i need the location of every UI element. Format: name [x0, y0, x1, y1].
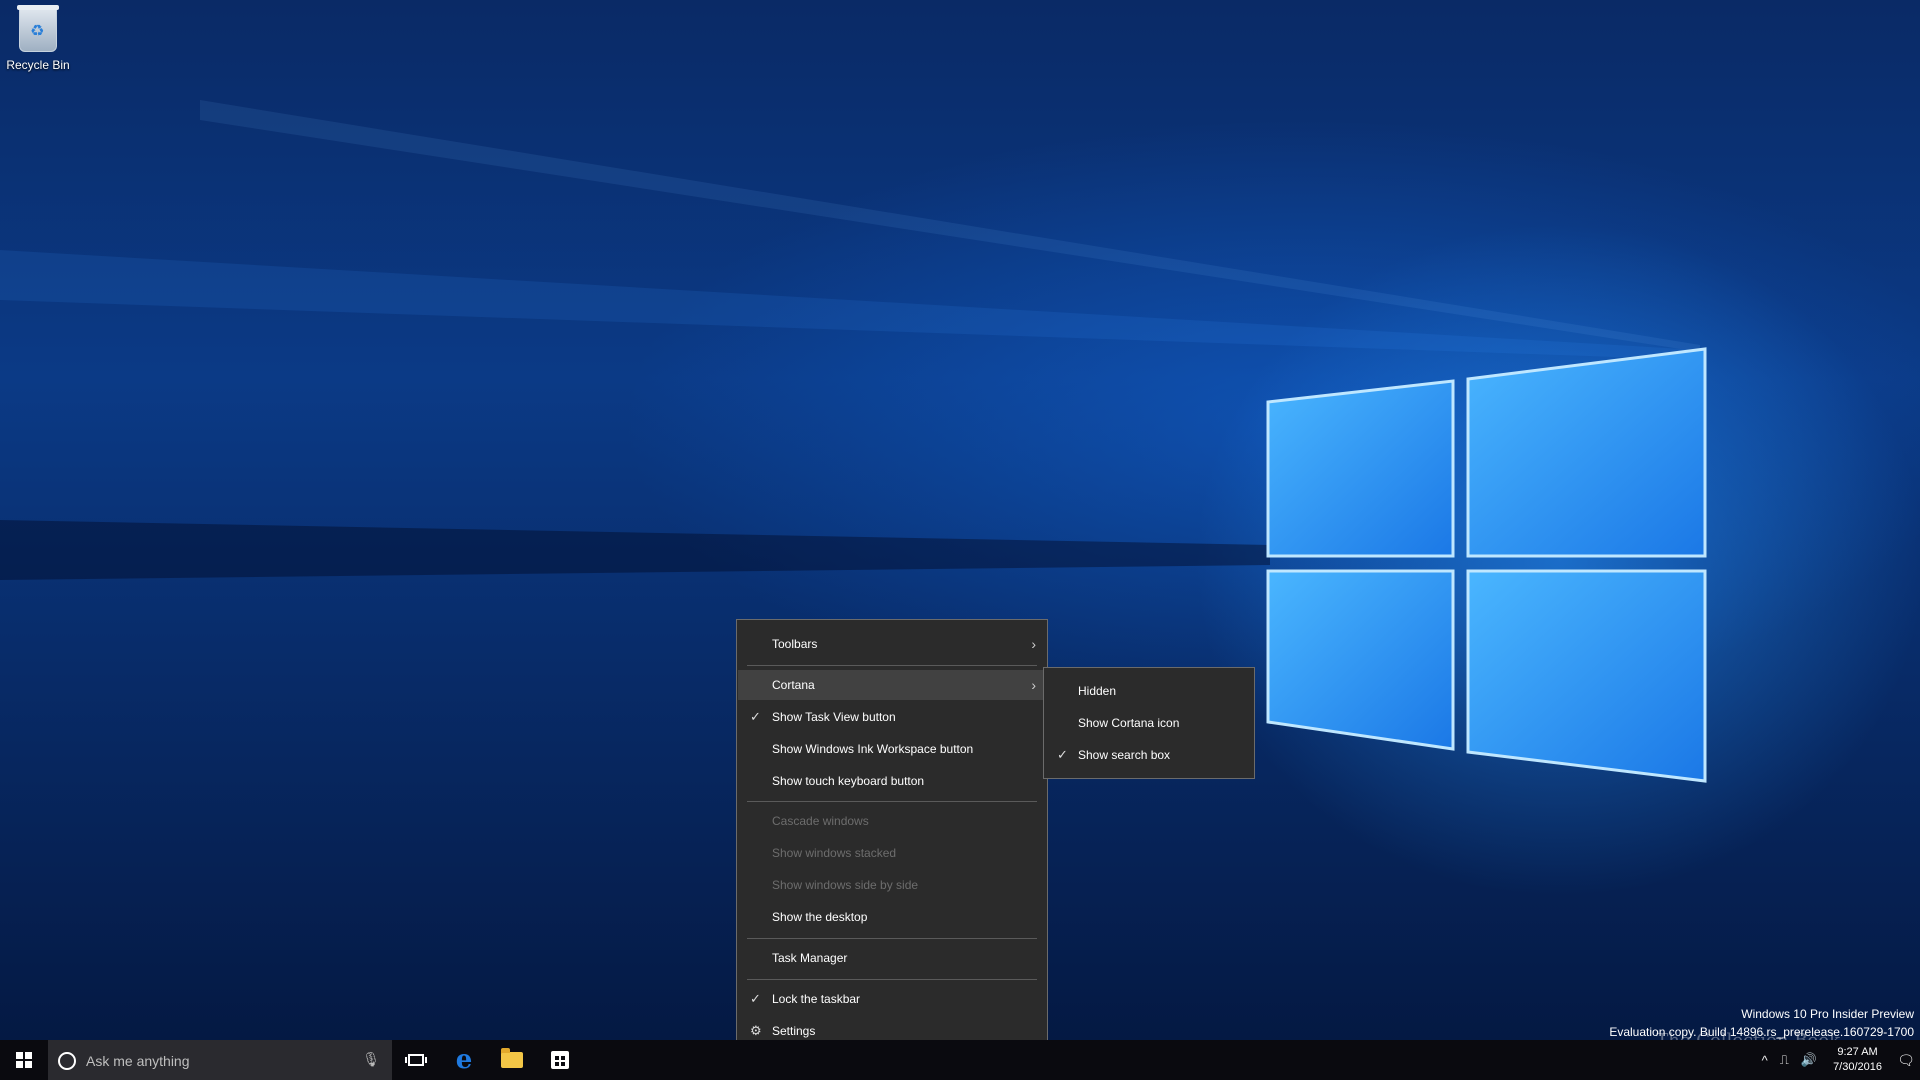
menu-separator	[747, 801, 1037, 802]
network-icon[interactable]: ⎍	[1774, 1052, 1795, 1068]
store-bag-icon	[551, 1051, 569, 1069]
chevron-up-icon[interactable]: ^	[1756, 1053, 1774, 1068]
menu-item-label: Show windows side by side	[772, 878, 919, 892]
menu-item-show-ink-workspace[interactable]: Show Windows Ink Workspace button	[738, 734, 1046, 764]
taskbar: 🎙 e ^ ⎍ 🔊 9:27 AM 7/30/2016 🗨	[0, 1040, 1920, 1080]
search-input[interactable]	[84, 1048, 348, 1074]
menu-item-label: Show Windows Ink Workspace button	[772, 742, 974, 756]
menu-separator	[747, 979, 1037, 980]
cortana-ring-icon	[58, 1052, 76, 1070]
menu-item-label: Show Cortana icon	[1078, 716, 1180, 730]
microphone-icon[interactable]: 🎙	[362, 1051, 380, 1068]
menu-item-label: Show Task View button	[772, 710, 896, 724]
task-view-icon	[405, 1054, 427, 1066]
menu-item-label: Lock the taskbar	[772, 992, 861, 1006]
menu-item-show-task-view[interactable]: ✓ Show Task View button	[738, 702, 1046, 732]
menu-item-label: Show the desktop	[772, 910, 868, 924]
menu-item-toolbars[interactable]: Toolbars ›	[738, 629, 1046, 659]
chevron-right-icon: ›	[1031, 677, 1036, 693]
recycle-bin-icon: ♻	[17, 5, 59, 52]
clock[interactable]: 9:27 AM 7/30/2016	[1823, 1045, 1892, 1075]
menu-item-windows-side-by-side: Show windows side by side	[738, 870, 1046, 900]
volume-icon[interactable]: 🔊	[1795, 1052, 1823, 1068]
chevron-right-icon: ›	[1031, 636, 1036, 652]
checkmark-icon: ✓	[750, 991, 761, 1006]
menu-separator	[747, 665, 1037, 666]
taskbar-context-menu: Toolbars › Cortana › ✓ Show Task View bu…	[736, 619, 1048, 1055]
menu-item-show-touch-keyboard[interactable]: Show touch keyboard button	[738, 766, 1046, 796]
menu-item-label: Show touch keyboard button	[772, 774, 925, 788]
edge-taskbar-button[interactable]: e	[440, 1040, 488, 1080]
recycle-bin-shortcut[interactable]: ♻ Recycle Bin	[6, 5, 70, 72]
system-tray: ^ ⎍ 🔊 9:27 AM 7/30/2016 🗨	[1756, 1040, 1920, 1080]
menu-item-label: Task Manager	[772, 951, 848, 965]
menu-item-label: Toolbars	[772, 637, 818, 651]
submenu-item-show-search-box[interactable]: ✓ Show search box	[1045, 740, 1253, 770]
action-center-icon[interactable]: 🗨	[1892, 1040, 1920, 1080]
checkmark-icon: ✓	[1057, 747, 1068, 762]
menu-item-label: Show windows stacked	[772, 846, 897, 860]
cortana-search-box[interactable]: 🎙	[48, 1040, 392, 1080]
store-taskbar-button[interactable]	[536, 1040, 584, 1080]
clock-date: 7/30/2016	[1833, 1061, 1882, 1073]
task-view-button[interactable]	[392, 1040, 440, 1080]
submenu-item-show-cortana-icon[interactable]: Show Cortana icon	[1045, 708, 1253, 738]
menu-item-lock-taskbar[interactable]: ✓ Lock the taskbar	[738, 984, 1046, 1014]
edge-browser-icon: e	[455, 1045, 473, 1075]
folder-icon	[501, 1048, 523, 1068]
checkmark-icon: ✓	[750, 709, 761, 724]
cortana-submenu: Hidden Show Cortana icon ✓ Show search b…	[1043, 667, 1255, 779]
menu-item-cascade-windows: Cascade windows	[738, 806, 1046, 836]
start-button[interactable]	[0, 1040, 48, 1080]
windows-logo-icon	[16, 1052, 32, 1068]
menu-item-label: Hidden	[1078, 684, 1117, 698]
file-explorer-taskbar-button[interactable]	[488, 1040, 536, 1080]
menu-item-label: Cascade windows	[772, 814, 869, 828]
menu-item-cortana[interactable]: Cortana ›	[738, 670, 1046, 700]
menu-separator	[747, 938, 1037, 939]
clock-time: 9:27 AM	[1837, 1046, 1878, 1058]
submenu-item-hidden[interactable]: Hidden	[1045, 676, 1253, 706]
edition-text: Windows 10 Pro Insider Preview	[1741, 1007, 1914, 1021]
menu-item-label: Settings	[772, 1024, 816, 1038]
menu-item-windows-stacked: Show windows stacked	[738, 838, 1046, 868]
menu-item-label: Show search box	[1078, 748, 1171, 762]
menu-item-show-desktop[interactable]: Show the desktop	[738, 902, 1046, 932]
recycle-bin-label: Recycle Bin	[6, 58, 70, 72]
menu-item-label: Cortana	[772, 678, 815, 692]
menu-item-task-manager[interactable]: Task Manager	[738, 943, 1046, 973]
